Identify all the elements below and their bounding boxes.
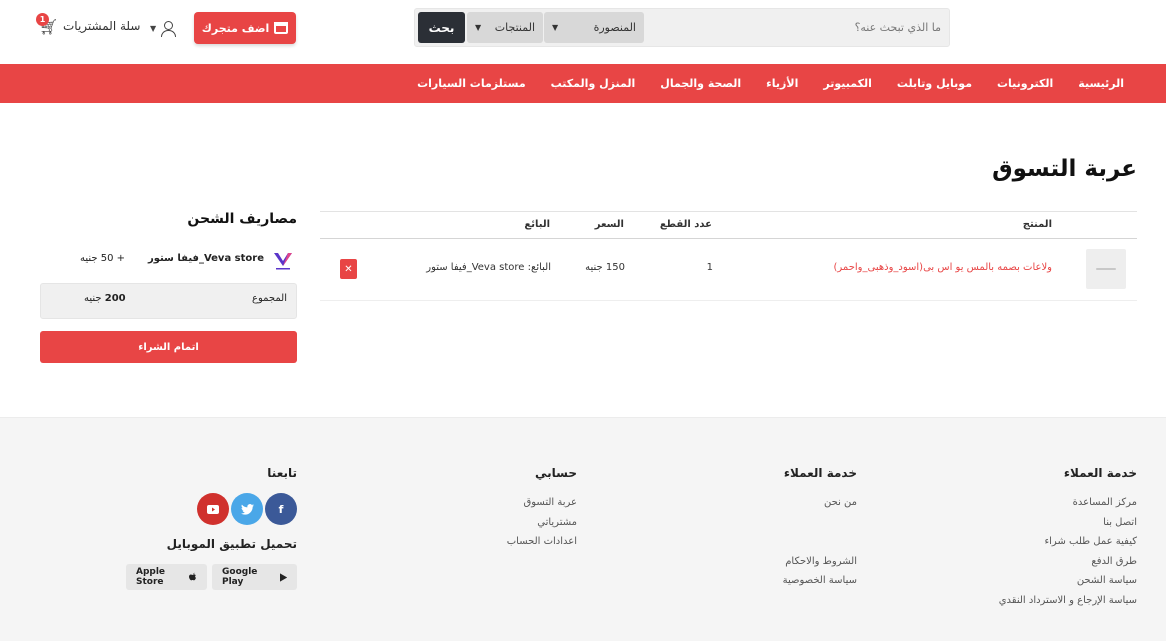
cart-icon-wrap: 🛒︎ 1	[36, 13, 58, 36]
total-currency: جنيه	[84, 293, 102, 304]
google-play-icon	[279, 572, 287, 582]
cart-table: المنتج عدد القطع السعر البائع ولاعات بصم…	[320, 211, 1137, 301]
user-icon	[161, 20, 177, 37]
add-store-label: اضف متجرك	[201, 21, 270, 35]
add-store-button[interactable]: اضف متجرك	[194, 12, 296, 44]
site-footer: خدمة العملاء مركز المساعدة اتصل بنا كيفي…	[0, 417, 1166, 641]
youtube-icon[interactable]	[197, 493, 229, 525]
footer-follow: تابعنا f تحميل تطبيق الموبايل Apple Stor…	[126, 466, 297, 590]
footer-col2-title: خدمة العملاء	[783, 466, 857, 480]
footer-about: خدمة العملاء من نحن الشروط والاحكام سياس…	[783, 466, 857, 591]
footer-col1-title: خدمة العملاء	[1063, 466, 1137, 480]
table-header: المنتج عدد القطع السعر البائع	[320, 211, 1137, 239]
product-thumbnail[interactable]	[1086, 249, 1126, 289]
facebook-icon[interactable]: f	[265, 493, 297, 525]
footer-link-privacy[interactable]: سياسة الخصوصية	[783, 571, 857, 591]
chevron-down-icon: ▼	[150, 23, 157, 33]
apple-icon	[189, 572, 197, 581]
nav-item-mobile-tablet[interactable]: موبايل وتابلت	[897, 77, 972, 90]
search-bar: المنصورة ▼ المنتجات ▼ بحث	[414, 8, 950, 47]
store-name: Veva store_فيفا ستور	[147, 253, 264, 264]
page-title: عربة التسوق	[992, 156, 1137, 182]
footer-link-about[interactable]: من نحن	[783, 493, 857, 513]
cart-label: سلة المشتريات	[63, 19, 141, 33]
product-price: 150 جنيه	[585, 262, 625, 273]
search-button[interactable]: بحث	[418, 12, 465, 43]
main-nav: الرئيسية الكترونيات موبايل وتابلت الكمبي…	[0, 64, 1166, 103]
shipping-title: مصاريف الشحن	[187, 211, 297, 227]
footer-link-return-policy[interactable]: سياسة الإرجاع و الاسترداد النقدي	[999, 591, 1137, 611]
footer-link-payment[interactable]: طرق الدفع	[999, 552, 1137, 572]
footer-customer-service: خدمة العملاء مركز المساعدة اتصل بنا كيفي…	[999, 466, 1137, 610]
cart-link[interactable]: سلة المشتريات 🛒︎ 1	[36, 13, 141, 37]
product-image	[1096, 268, 1116, 270]
footer-link-shipping-policy[interactable]: سياسة الشحن	[999, 571, 1137, 591]
footer-account: حسابي عربة التسوق مشترياتي اعدادات الحسا…	[507, 466, 577, 552]
apple-store-button[interactable]: Apple Store	[126, 564, 207, 590]
footer-link-cart[interactable]: عربة التسوق	[507, 493, 578, 513]
nav-item-fashion[interactable]: الأزياء	[766, 77, 798, 90]
youtube-play-icon	[207, 504, 219, 514]
total-amount: 200	[104, 293, 126, 304]
shipping-cost: + 50 جنيه	[80, 253, 126, 264]
apple-store-label: Apple Store	[136, 567, 166, 587]
cart-count-badge: 1	[36, 13, 49, 26]
column-header-price: السعر	[594, 219, 624, 230]
google-play-button[interactable]: Google Play	[212, 564, 297, 590]
search-input[interactable]	[641, 9, 941, 46]
product-quantity: 1	[706, 262, 713, 273]
store-logo-icon	[274, 253, 292, 270]
nav-list: الرئيسية الكترونيات موبايل وتابلت الكمبي…	[417, 64, 1124, 103]
shipping-panel: مصاريف الشحن Veva store_فيفا ستور + 50 ج…	[40, 211, 297, 363]
nav-item-home[interactable]: الرئيسية	[1078, 77, 1124, 90]
nav-item-car-accessories[interactable]: مستلزمات السيارات	[417, 77, 526, 90]
user-menu[interactable]: ▼	[150, 19, 177, 37]
column-header-seller: البائع	[524, 219, 550, 230]
twitter-bird-icon	[240, 503, 254, 515]
chevron-down-icon: ▼	[552, 23, 559, 32]
city-select[interactable]: المنصورة ▼	[544, 12, 644, 43]
table-row: ولاعات بصمه بالمس يو اس بى(اسود_وذهبى_وا…	[320, 239, 1137, 301]
column-header-quantity: عدد القطع	[659, 219, 712, 230]
footer-col3-title: حسابي	[534, 466, 577, 480]
category-select[interactable]: المنتجات ▼	[467, 12, 543, 43]
product-name-link[interactable]: ولاعات بصمه بالمس يو اس بى(اسود_وذهبى_وا…	[834, 262, 1053, 273]
twitter-icon[interactable]	[231, 493, 263, 525]
total-value: 200 جنيه	[84, 293, 126, 304]
chevron-down-icon: ▼	[475, 23, 482, 32]
follow-title: تابعنا	[267, 466, 297, 480]
footer-link-purchases[interactable]: مشترياتي	[507, 513, 577, 533]
close-icon: ✕	[344, 263, 353, 275]
column-header-product: المنتج	[1022, 219, 1052, 230]
nav-item-home-office[interactable]: المنزل والمكتب	[551, 77, 636, 90]
footer-spacer	[783, 513, 857, 552]
nav-item-electronics[interactable]: الكترونيات	[997, 77, 1053, 90]
product-seller: البائع: Veva store_فيفا ستور	[426, 262, 551, 273]
footer-link-account-settings[interactable]: اعدادات الحساب	[507, 532, 577, 552]
footer-link-help-center[interactable]: مركز المساعدة	[999, 493, 1137, 513]
total-box: المجموع 200 جنيه	[40, 283, 297, 319]
footer-link-contact[interactable]: اتصل بنا	[999, 513, 1137, 533]
nav-item-health-beauty[interactable]: الصحة والجمال	[660, 77, 741, 90]
city-select-label: المنصورة	[593, 21, 636, 34]
footer-link-how-to-order[interactable]: كيفية عمل طلب شراء	[999, 532, 1137, 552]
remove-item-button[interactable]: ✕	[340, 259, 357, 279]
social-links: f	[126, 493, 297, 525]
total-label: المجموع	[252, 293, 287, 304]
app-store-links: Apple Store Google Play	[126, 564, 297, 590]
site-header: المنصورة ▼ المنتجات ▼ بحث اضف متجرك ▼ سل…	[0, 0, 1166, 64]
nav-item-computer[interactable]: الكمبيوتر	[823, 77, 872, 90]
store-icon	[274, 22, 289, 34]
shipping-store-row: Veva store_فيفا ستور + 50 جنيه	[40, 243, 297, 281]
app-download-title: تحميل تطبيق الموبايل	[166, 537, 297, 551]
footer-link-terms[interactable]: الشروط والاحكام	[783, 552, 857, 572]
google-play-label: Google Play	[222, 567, 258, 587]
checkout-button[interactable]: اتمام الشراء	[40, 331, 297, 363]
category-select-label: المنتجات	[494, 21, 535, 34]
